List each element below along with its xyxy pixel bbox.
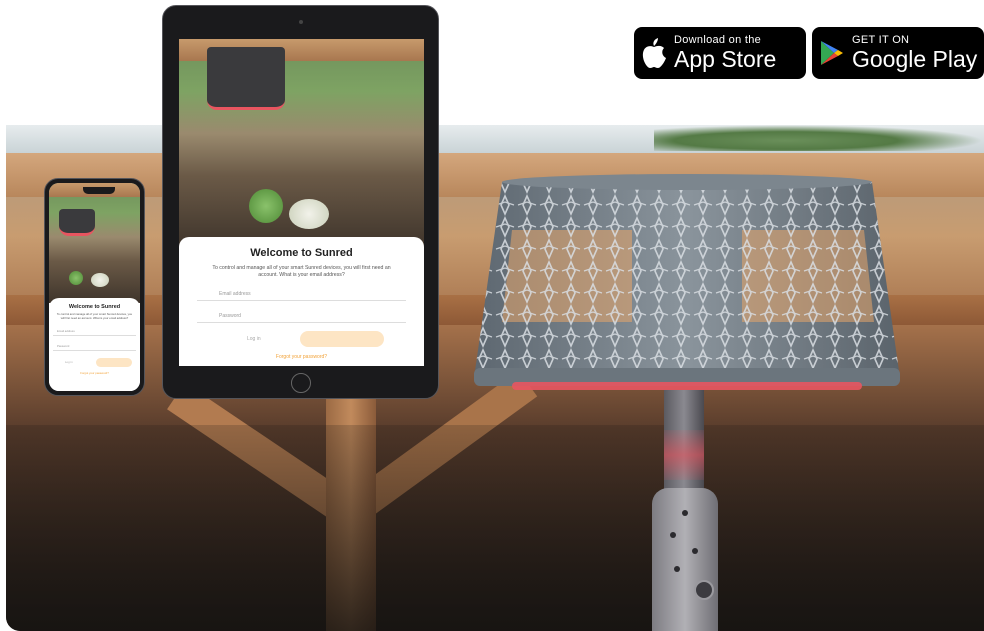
password-field[interactable]: Password	[197, 301, 406, 324]
phone-notch	[83, 187, 115, 194]
email-field[interactable]: Email address	[197, 279, 406, 302]
next-button[interactable]	[300, 331, 384, 348]
app-header-photo	[49, 183, 140, 303]
forgot-password-link[interactable]: Forgot your password?	[197, 354, 406, 360]
phone-screen: Welcome to Sunred To control and manage …	[49, 183, 140, 391]
login-button[interactable]: Log in	[65, 360, 73, 364]
google-play-small-text: GET IT ON	[852, 34, 910, 46]
password-field[interactable]: Password	[53, 336, 136, 351]
heater-control-knob	[694, 580, 714, 600]
welcome-title: Welcome to Sunred	[68, 304, 121, 310]
apple-icon	[634, 38, 674, 68]
heater-lamp-image	[59, 209, 95, 236]
app-store-big-text: App Store	[674, 46, 777, 72]
heater-shade	[474, 174, 900, 390]
heater-base	[652, 488, 718, 631]
login-button[interactable]: Log in	[247, 336, 261, 342]
app-header-photo	[179, 39, 424, 249]
google-play-icon	[812, 40, 852, 66]
tablet-screen: Welcome to Sunred To control and manage …	[179, 39, 424, 366]
trees	[654, 125, 984, 151]
google-play-big-text: Google Play	[852, 46, 978, 72]
welcome-title: Welcome to Sunred	[250, 247, 353, 259]
background-shadow	[6, 425, 984, 631]
tablet-camera	[299, 20, 303, 24]
welcome-description: To control and manage all of your smart …	[56, 312, 133, 320]
login-sheet: Welcome to Sunred To control and manage …	[179, 237, 424, 366]
email-field[interactable]: Email address	[53, 321, 136, 336]
app-store-small-text: Download on the	[674, 34, 762, 46]
heater-lamp-image	[207, 47, 285, 110]
login-sheet: Welcome to Sunred To control and manage …	[49, 298, 140, 391]
welcome-description: To control and manage all of your smart …	[212, 265, 391, 279]
next-button[interactable]	[96, 357, 132, 367]
heater-pole	[664, 390, 704, 500]
app-store-badge[interactable]: Download on the App Store	[634, 27, 806, 79]
phone-device: Welcome to Sunred To control and manage …	[44, 178, 145, 396]
forgot-password-link[interactable]: Forgot your password?	[53, 371, 136, 375]
google-play-badge[interactable]: GET IT ON Google Play	[812, 27, 984, 79]
tablet-home-button	[291, 373, 311, 393]
tablet-device: Welcome to Sunred To control and manage …	[162, 5, 439, 399]
